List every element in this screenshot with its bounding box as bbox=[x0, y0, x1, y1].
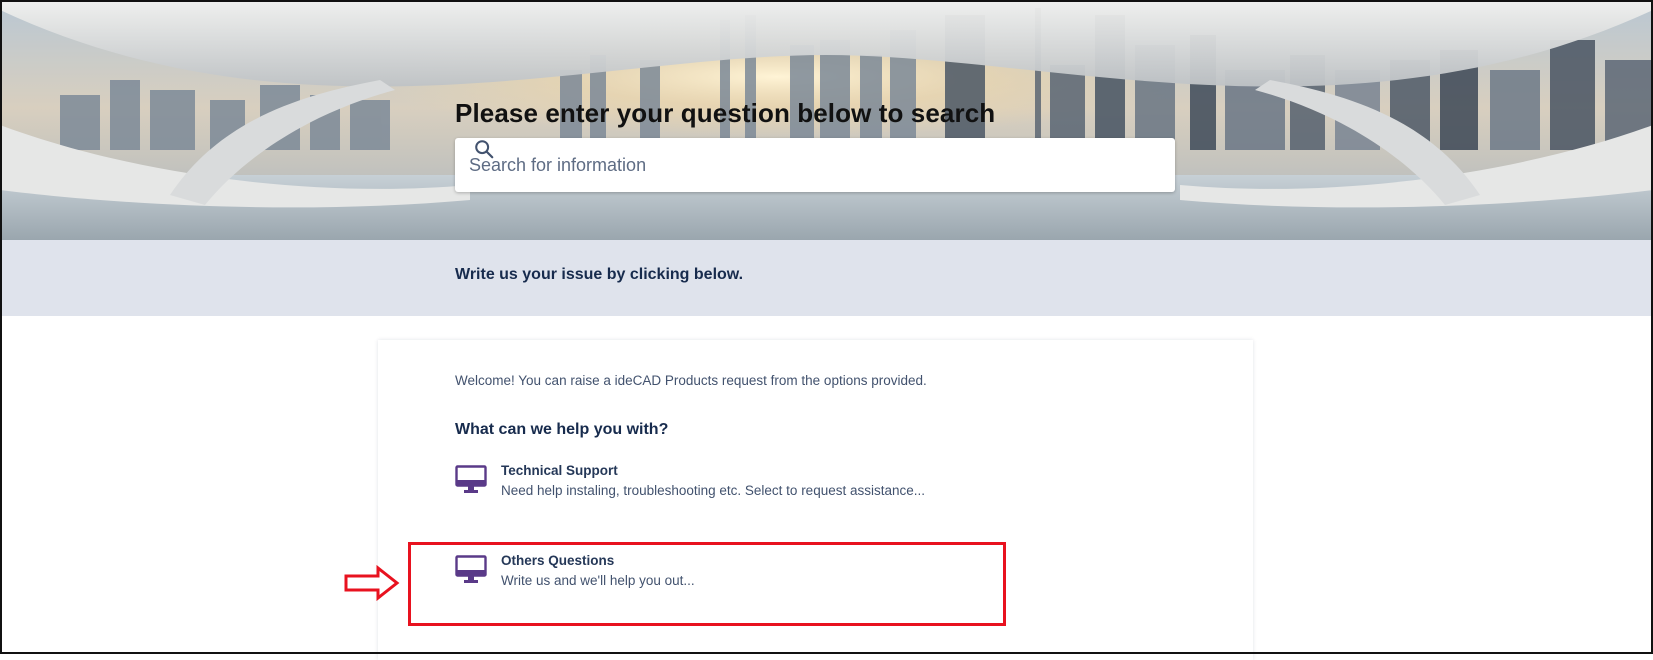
request-type-name[interactable]: Technical Support bbox=[501, 463, 618, 478]
help-heading: What can we help you with? bbox=[455, 421, 669, 438]
monitor-icon bbox=[455, 465, 487, 493]
request-type-description: Need help instaling, troubleshooting etc… bbox=[501, 483, 926, 498]
search-input[interactable] bbox=[467, 153, 1111, 177]
highlight-annotation-box bbox=[408, 542, 1006, 626]
right-arrow-icon bbox=[344, 565, 400, 601]
welcome-message: Welcome! You can raise a ideCAD Products… bbox=[455, 373, 927, 388]
band-text: Write us your issue by clicking below. bbox=[455, 266, 744, 283]
hero-banner: Please enter your question below to sear… bbox=[0, 0, 1653, 240]
search-box[interactable] bbox=[455, 138, 1175, 192]
hero-title: Please enter your question below to sear… bbox=[455, 98, 996, 128]
info-band bbox=[0, 240, 1653, 316]
request-type-technical-support[interactable]: Technical Support Need help instaling, t… bbox=[455, 463, 975, 503]
search-icon bbox=[475, 140, 494, 159]
